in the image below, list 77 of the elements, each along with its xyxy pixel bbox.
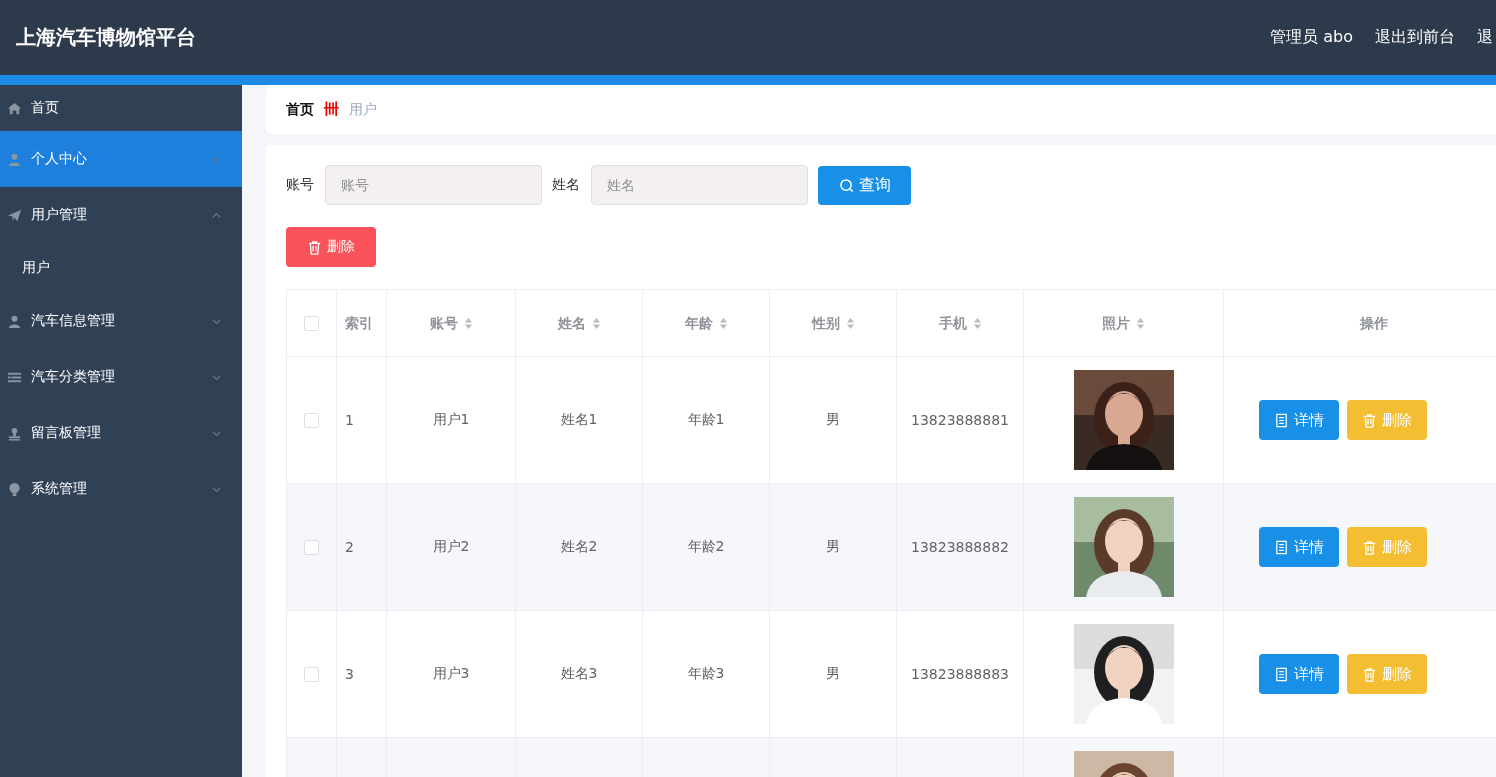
table-cell: 年龄1 <box>687 411 725 427</box>
column-header[interactable]: 操作 <box>1359 315 1388 331</box>
table-cell: 13823888881 <box>911 412 1009 428</box>
checkbox[interactable] <box>304 413 319 429</box>
column-header[interactable]: 账号 <box>429 315 473 331</box>
details-button[interactable]: 详情 <box>1258 654 1339 694</box>
sort-icon[interactable] <box>1136 317 1145 330</box>
menu-item[interactable]: 个人中心 <box>0 131 242 187</box>
column-header[interactable]: 性别 <box>811 315 855 331</box>
sort-icon[interactable] <box>972 317 982 330</box>
sort-icon[interactable] <box>845 317 855 330</box>
table-cell: 13823888883 <box>911 666 1009 682</box>
input-field[interactable]: 姓名 <box>591 165 808 205</box>
delete-button[interactable]: 删除 <box>1346 527 1427 567</box>
input-field[interactable]: 账号 <box>325 165 542 205</box>
table-cell: 用户2 <box>432 538 470 554</box>
sort-icon[interactable] <box>463 317 473 330</box>
table-cell: 13823888882 <box>911 539 1009 555</box>
menu-item[interactable]: 系统管理 <box>0 461 242 517</box>
bulb-icon <box>7 481 22 497</box>
menu-item[interactable]: 用户管理 <box>0 187 242 243</box>
document-icon <box>1273 412 1289 428</box>
sort-icon[interactable] <box>591 317 601 330</box>
document-icon <box>1273 539 1289 555</box>
table-cell: 年龄2 <box>687 538 725 554</box>
column-header[interactable]: 手机 <box>938 315 982 331</box>
menu-item[interactable]: 汽车分类管理 <box>0 349 242 405</box>
column-header[interactable]: 照片 <box>1102 315 1145 331</box>
checkbox[interactable] <box>304 540 319 556</box>
trash-icon <box>1361 539 1377 555</box>
menu-item[interactable]: 首页 <box>0 85 242 131</box>
column-header[interactable]: 索引 <box>345 315 373 331</box>
sort-icon[interactable] <box>718 317 728 330</box>
delete-button[interactable]: 删除 <box>1346 654 1427 694</box>
field-label: 账号 <box>286 176 314 194</box>
table-cell: 年龄3 <box>687 665 725 681</box>
table-cell: 用户1 <box>432 411 470 427</box>
menu-item[interactable]: 汽车信息管理 <box>0 293 242 349</box>
trash-icon <box>1361 412 1377 428</box>
table-cell: 男 <box>826 665 840 681</box>
table-cell: 3 <box>345 666 354 682</box>
column-header[interactable]: 年龄 <box>684 315 728 331</box>
breadcrumb-separator: 卌 <box>324 100 339 119</box>
stamp-icon <box>7 425 22 441</box>
paper-plane-icon <box>7 207 22 223</box>
trash-icon <box>1361 666 1377 682</box>
table-cell: 男 <box>826 411 840 427</box>
field-label: 姓名 <box>552 176 580 194</box>
header-link[interactable]: 管理员 abo <box>1270 27 1353 48</box>
submenu-item[interactable]: 用户 <box>0 243 242 293</box>
breadcrumb-link[interactable]: 首页 <box>286 100 314 119</box>
document-icon <box>1273 666 1289 682</box>
checkbox[interactable] <box>304 667 319 683</box>
person-icon <box>7 151 22 167</box>
search-icon <box>838 177 854 193</box>
delete-button[interactable]: 删除 <box>1346 400 1427 440</box>
table-cell: 男 <box>826 538 840 554</box>
table-cell: 2 <box>345 539 354 555</box>
table-cell: 姓名1 <box>560 411 598 427</box>
table-cell: 姓名2 <box>560 538 598 554</box>
column-header[interactable]: 姓名 <box>557 315 601 331</box>
details-button[interactable]: 详情 <box>1258 400 1339 440</box>
home-icon <box>7 100 22 116</box>
table-cell: 姓名3 <box>560 665 598 681</box>
search-button[interactable]: 查询 <box>818 165 911 205</box>
breadcrumb-link[interactable]: 用户 <box>349 100 377 119</box>
header-link[interactable]: 退 <box>1477 27 1493 48</box>
menu-item[interactable]: 留言板管理 <box>0 405 242 461</box>
delete-button[interactable]: 删除 <box>286 227 376 267</box>
checkbox[interactable] <box>304 316 319 332</box>
site-title: 上海汽车博物馆平台 <box>16 24 196 51</box>
header-link[interactable]: 退出到前台 <box>1375 27 1455 48</box>
person-icon <box>7 313 22 329</box>
details-button[interactable]: 详情 <box>1258 527 1339 567</box>
trash-icon <box>307 239 322 255</box>
table-cell: 用户3 <box>432 665 470 681</box>
table-cell: 1 <box>345 412 354 428</box>
